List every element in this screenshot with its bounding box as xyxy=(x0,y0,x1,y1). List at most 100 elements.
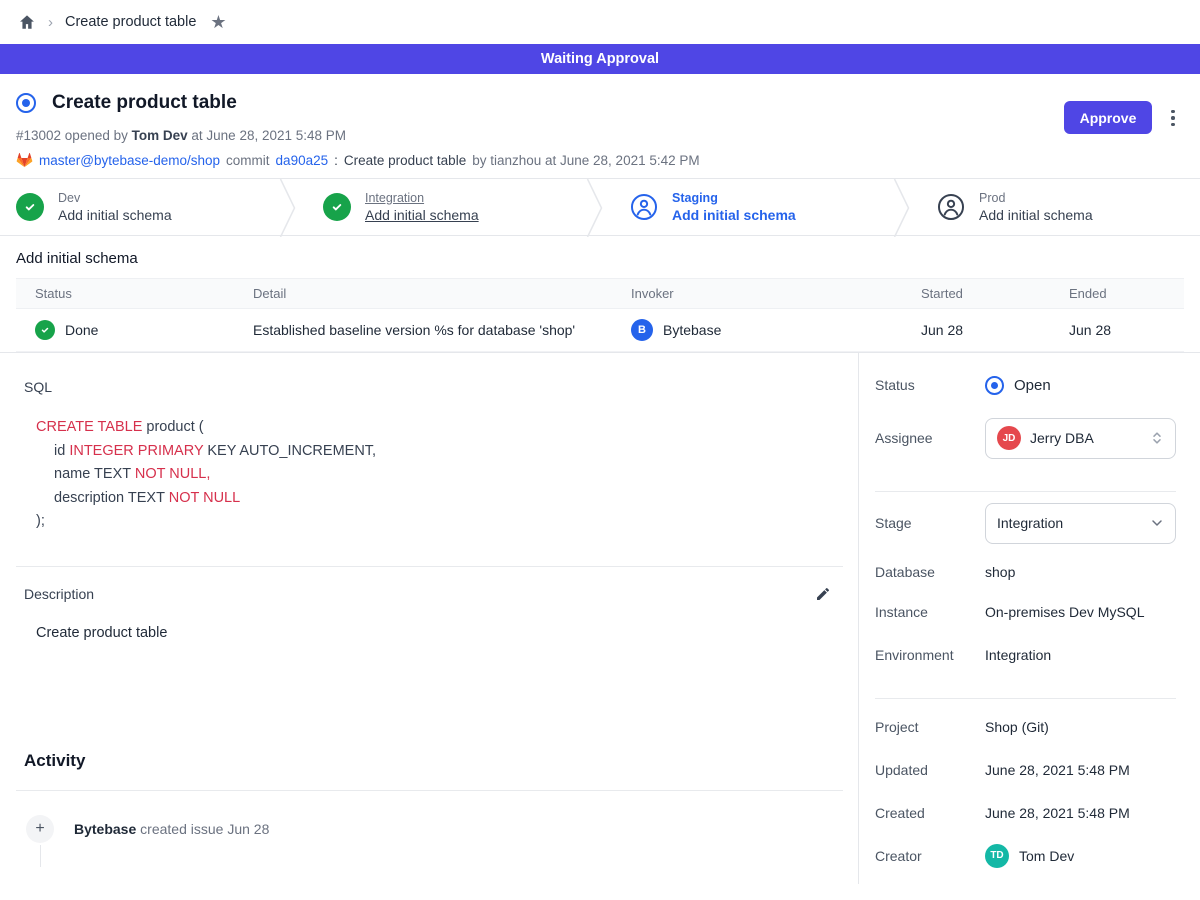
issue-open-icon xyxy=(16,93,36,113)
person-circle-icon xyxy=(630,193,658,221)
issue-open-time: at June 28, 2021 5:48 PM xyxy=(191,128,346,143)
creator-label: Creator xyxy=(875,848,985,864)
branch-repo-link[interactable]: master@bytebase-demo/shop xyxy=(39,150,220,171)
sql-keyword: NOT NULL xyxy=(169,490,240,506)
stage-staging[interactable]: Staging Add initial schema xyxy=(604,179,893,235)
stage-integration[interactable]: Integration Add initial schema xyxy=(297,179,586,235)
sql-text: id xyxy=(54,443,69,459)
check-circle-icon xyxy=(16,193,44,221)
environment-value: Integration xyxy=(985,647,1051,663)
sql-label: SQL xyxy=(24,379,843,395)
activity-actor: Bytebase xyxy=(74,821,136,837)
edit-pencil-icon[interactable] xyxy=(815,586,831,602)
assignee-select[interactable]: JD Jerry DBA xyxy=(985,418,1176,459)
creator-value: Tom Dev xyxy=(1019,848,1074,864)
open-status-icon xyxy=(985,376,1004,395)
stage-label: Stage xyxy=(875,515,985,531)
activity-item: + Bytebase created issue Jun 28 xyxy=(26,815,843,843)
col-started: Started xyxy=(902,279,1050,309)
stage-task-label: Add initial schema xyxy=(672,206,796,225)
created-label: Created xyxy=(875,805,985,821)
sql-code-block: CREATE TABLE product ( id INTEGER PRIMAR… xyxy=(36,416,843,534)
stage-task-label: Add initial schema xyxy=(979,206,1093,225)
plus-icon: + xyxy=(26,815,54,843)
main-content: SQL CREATE TABLE product ( id INTEGER PR… xyxy=(0,353,858,884)
task-table: Status Detail Invoker Started Ended Done… xyxy=(16,278,1184,352)
sql-keyword: INTEGER PRIMARY xyxy=(69,443,203,459)
updated-value: June 28, 2021 5:48 PM xyxy=(985,762,1130,778)
task-started-date: Jun 28 xyxy=(902,309,1050,352)
more-options-icon[interactable] xyxy=(1168,105,1178,131)
creator-avatar: TD xyxy=(985,844,1009,868)
assignee-label: Assignee xyxy=(875,430,985,446)
col-status: Status xyxy=(16,279,234,309)
invoker-name: Bytebase xyxy=(663,322,721,338)
commit-hash-link[interactable]: da90a25 xyxy=(276,150,329,171)
col-ended: Ended xyxy=(1050,279,1184,309)
divider xyxy=(875,491,1176,492)
stage-dev[interactable]: Dev Add initial schema xyxy=(0,179,279,235)
sql-keyword: NOT NULL, xyxy=(135,466,210,482)
chevron-right-icon: › xyxy=(48,14,53,31)
stage-task-label: Add initial schema xyxy=(58,206,172,225)
stage-pipeline: Dev Add initial schema Integration Add i… xyxy=(0,178,1200,236)
project-label: Project xyxy=(875,719,985,735)
database-label: Database xyxy=(875,564,985,580)
database-value: shop xyxy=(985,564,1015,580)
sql-text: KEY AUTO_INCREMENT, xyxy=(203,443,376,459)
sql-text: name TEXT xyxy=(54,466,135,482)
col-invoker: Invoker xyxy=(612,279,902,309)
done-check-icon xyxy=(35,320,55,340)
divider xyxy=(16,790,843,791)
issue-author: Tom Dev xyxy=(132,128,188,143)
project-value: Shop (Git) xyxy=(985,719,1049,735)
commit-colon: : xyxy=(334,150,338,171)
task-section: Add initial schema Status Detail Invoker… xyxy=(0,236,1200,352)
stage-prod[interactable]: Prod Add initial schema xyxy=(911,179,1200,235)
stage-task-link[interactable]: Add initial schema xyxy=(365,206,479,225)
task-ended-date: Jun 28 xyxy=(1050,309,1184,352)
description-label: Description xyxy=(24,586,94,602)
stage-value: Integration xyxy=(997,515,1140,531)
sql-text: ); xyxy=(36,513,45,529)
commit-byline: by tianzhou at June 28, 2021 5:42 PM xyxy=(472,150,699,171)
issue-meta: #13002 opened by Tom Dev at June 28, 202… xyxy=(16,125,1184,146)
created-value: June 28, 2021 5:48 PM xyxy=(985,805,1130,821)
commit-word: commit xyxy=(226,150,270,171)
person-circle-icon xyxy=(937,193,965,221)
status-banner: Waiting Approval xyxy=(0,44,1200,74)
stage-env-link[interactable]: Integration xyxy=(365,190,479,206)
task-status-text: Done xyxy=(65,322,98,338)
issue-sidebar: Status Open Assignee JD Jerry DBA Stage … xyxy=(858,353,1200,884)
instance-label: Instance xyxy=(875,604,985,620)
description-content: Create product table xyxy=(36,625,843,641)
table-header-row: Status Detail Invoker Started Ended xyxy=(16,279,1184,309)
chevron-down-icon xyxy=(1149,515,1165,531)
stage-separator xyxy=(893,179,911,235)
col-detail: Detail xyxy=(234,279,612,309)
task-heading: Add initial schema xyxy=(16,250,1184,267)
sql-keyword: CREATE TABLE xyxy=(36,419,142,435)
stage-env-label: Prod xyxy=(979,190,1093,206)
environment-label: Environment xyxy=(875,647,985,663)
check-circle-icon xyxy=(323,193,351,221)
sql-text: description TEXT xyxy=(54,490,169,506)
status-banner-text: Waiting Approval xyxy=(541,51,659,67)
gitlab-icon xyxy=(16,152,33,169)
home-icon[interactable] xyxy=(18,13,36,31)
timeline-line xyxy=(40,845,42,867)
divider xyxy=(16,566,843,567)
stage-separator xyxy=(279,179,297,235)
approve-button[interactable]: Approve xyxy=(1064,101,1152,134)
activity-heading: Activity xyxy=(24,751,843,771)
bytebase-avatar: B xyxy=(631,319,653,341)
task-detail-text: Established baseline version %s for data… xyxy=(234,309,612,352)
table-row: Done Established baseline version %s for… xyxy=(16,309,1184,352)
page-title: Create product table xyxy=(52,92,237,114)
stage-separator xyxy=(586,179,604,235)
divider xyxy=(875,698,1176,699)
commit-message: Create product table xyxy=(344,150,466,171)
bookmark-star-icon[interactable]: ★ xyxy=(210,12,226,33)
stage-select[interactable]: Integration xyxy=(985,503,1176,544)
selector-icon xyxy=(1149,430,1165,446)
